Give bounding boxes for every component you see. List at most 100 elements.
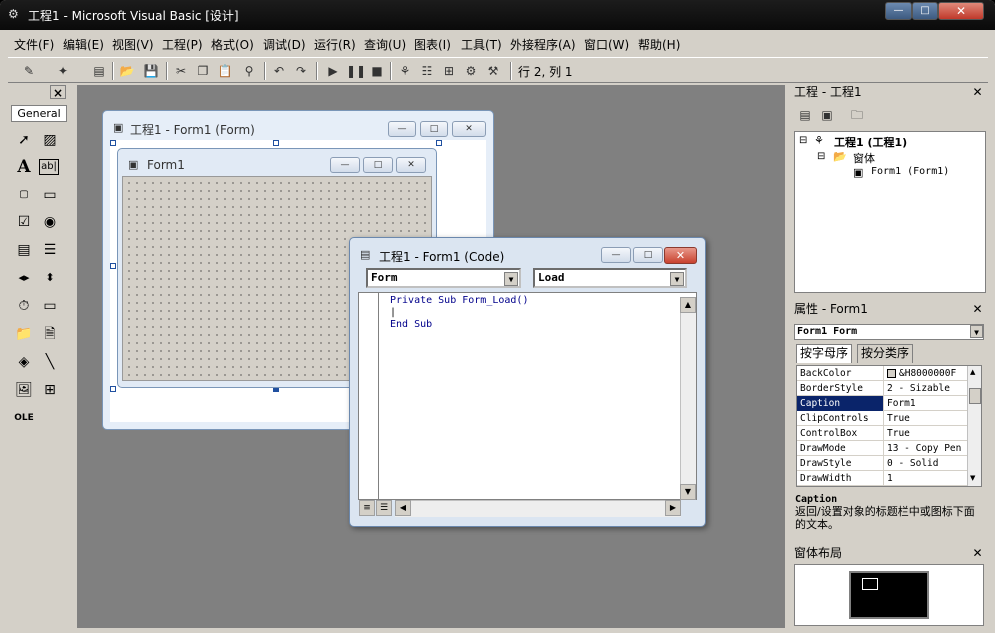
- dirlistbox-icon[interactable]: 📁: [13, 323, 35, 345]
- paste-icon[interactable]: 📋: [216, 62, 234, 80]
- menu-window[interactable]: 窗口(W): [584, 36, 629, 53]
- menu-help[interactable]: 帮助(H): [638, 36, 680, 53]
- ole-icon[interactable]: OLE: [13, 407, 35, 429]
- tree-collapse-icon[interactable]: ⊟: [799, 135, 807, 146]
- code-line[interactable]: End Sub: [390, 319, 432, 330]
- open-project-icon[interactable]: 📂: [118, 62, 136, 80]
- pointer-icon[interactable]: ➚: [13, 129, 35, 151]
- line-icon[interactable]: ╲: [39, 351, 61, 373]
- menu-addins[interactable]: 外接程序(A): [510, 36, 576, 53]
- properties-object-dropdown[interactable]: Form1 Form ▼: [794, 324, 984, 340]
- break-icon[interactable]: ❚❚: [346, 62, 366, 80]
- vscrollbar-icon[interactable]: ⬍: [39, 267, 61, 289]
- menu-query[interactable]: 查询(U): [364, 36, 406, 53]
- property-row[interactable]: ControlBox True: [797, 426, 967, 441]
- property-row[interactable]: BorderStyle 2 - Sizable: [797, 381, 967, 396]
- object-dropdown[interactable]: Form ▼: [366, 268, 521, 288]
- menu-run[interactable]: 运行(R): [314, 36, 356, 53]
- tab-alphabetic[interactable]: 按字母序: [796, 344, 853, 363]
- toolbox-general-tab[interactable]: General: [11, 105, 67, 122]
- property-row[interactable]: DrawMode 13 - Copy Pen: [797, 441, 967, 456]
- scroll-left-icon[interactable]: ◀: [395, 500, 411, 516]
- menu-debug[interactable]: 调试(D): [263, 36, 306, 53]
- menu-editor-icon[interactable]: ▤: [90, 62, 108, 80]
- drivelistbox-icon[interactable]: ▭: [39, 295, 61, 317]
- property-value[interactable]: Form1: [887, 396, 916, 411]
- image-icon[interactable]: 🖼: [13, 379, 35, 401]
- view-object-icon[interactable]: ▣: [818, 106, 836, 124]
- resize-handle[interactable]: [110, 140, 116, 146]
- property-row[interactable]: BackColor &H8000000F: [797, 366, 967, 381]
- form-designer-maximize-button[interactable]: □: [420, 121, 448, 137]
- picturebox-icon[interactable]: ▨: [39, 129, 61, 151]
- start-icon[interactable]: ▶: [324, 62, 342, 80]
- add-project-icon[interactable]: ✎: [20, 62, 38, 80]
- scroll-up-icon[interactable]: ▲: [680, 297, 696, 313]
- full-module-view-icon[interactable]: ☰: [376, 500, 392, 516]
- maximize-button[interactable]: □: [912, 2, 938, 20]
- scroll-right-icon[interactable]: ▶: [665, 500, 681, 516]
- view-code-icon[interactable]: ▤: [796, 106, 814, 124]
- scroll-thumb[interactable]: [969, 388, 981, 404]
- project-explorer-icon[interactable]: ⚘: [396, 62, 414, 80]
- tree-collapse-icon[interactable]: ⊟: [817, 151, 825, 162]
- chevron-down-icon[interactable]: ▼: [670, 272, 684, 286]
- menu-tools[interactable]: 工具(T): [461, 36, 502, 53]
- scroll-down-icon[interactable]: ▼: [680, 484, 696, 500]
- form-position-preview[interactable]: [862, 578, 878, 590]
- tree-form1-item[interactable]: Form1 (Form1): [871, 166, 949, 177]
- chevron-down-icon[interactable]: ▼: [970, 325, 983, 338]
- form-designer-minimize-button[interactable]: —: [388, 121, 416, 137]
- resize-handle[interactable]: [436, 140, 442, 146]
- tree-forms-folder[interactable]: 窗体: [853, 150, 875, 166]
- form1-close-button[interactable]: ✕: [396, 157, 426, 173]
- checkbox-icon[interactable]: ☑: [13, 211, 35, 233]
- add-form-icon[interactable]: ✦: [54, 62, 72, 80]
- minimize-button[interactable]: —: [885, 2, 912, 20]
- end-icon[interactable]: ■: [368, 62, 386, 80]
- textbox-icon[interactable]: ab|: [39, 159, 59, 175]
- code-line[interactable]: Private Sub Form_Load(): [390, 295, 528, 306]
- properties-window-icon[interactable]: ☷: [418, 62, 436, 80]
- code-maximize-button[interactable]: □: [633, 247, 663, 263]
- optionbutton-icon[interactable]: ◉: [39, 211, 61, 233]
- code-close-button[interactable]: ✕: [664, 247, 697, 264]
- scroll-up-icon[interactable]: ▲: [970, 368, 975, 376]
- form1-maximize-button[interactable]: □: [363, 157, 393, 173]
- toolbox-icon[interactable]: ⚒: [484, 62, 502, 80]
- save-project-icon[interactable]: 💾: [142, 62, 160, 80]
- vertical-scrollbar[interactable]: [680, 297, 696, 499]
- filelistbox-icon[interactable]: 🗎: [39, 323, 61, 345]
- form-designer-close-button[interactable]: ✕: [452, 121, 486, 137]
- frame-icon[interactable]: ▢: [13, 184, 35, 206]
- data-icon[interactable]: ⊞: [39, 379, 61, 401]
- resize-handle[interactable]: [273, 140, 279, 146]
- commandbutton-icon[interactable]: ▭: [39, 184, 61, 206]
- undo-icon[interactable]: ↶: [270, 62, 288, 80]
- toolbox-close-button[interactable]: ×: [50, 85, 66, 100]
- horizontal-scrollbar[interactable]: [395, 500, 681, 517]
- menu-format[interactable]: 格式(O): [211, 36, 254, 53]
- close-button[interactable]: ✕: [938, 2, 984, 20]
- combobox-icon[interactable]: ▤: [13, 239, 35, 261]
- code-minimize-button[interactable]: —: [601, 247, 631, 263]
- property-row-selected[interactable]: Caption Form1: [797, 396, 967, 411]
- copy-icon[interactable]: ❐: [194, 62, 212, 80]
- vb-app-icon[interactable]: ⚙: [8, 7, 22, 21]
- form-layout-close-icon[interactable]: ✕: [970, 546, 985, 561]
- timer-icon[interactable]: ⏱: [13, 295, 35, 317]
- tab-categorized[interactable]: 按分类序: [857, 344, 914, 363]
- object-browser-icon[interactable]: ⚙: [462, 62, 480, 80]
- resize-handle[interactable]: [110, 386, 116, 392]
- chevron-down-icon[interactable]: ▼: [504, 272, 518, 286]
- shape-icon[interactable]: ◈: [13, 351, 35, 373]
- project-close-icon[interactable]: ✕: [970, 85, 985, 100]
- form1-minimize-button[interactable]: —: [330, 157, 360, 173]
- redo-icon[interactable]: ↷: [292, 62, 310, 80]
- procedure-dropdown[interactable]: Load ▼: [533, 268, 687, 288]
- label-icon[interactable]: A: [13, 156, 35, 178]
- menu-view[interactable]: 视图(V): [112, 36, 154, 53]
- property-row[interactable]: DrawWidth 1: [797, 471, 967, 486]
- toggle-folders-icon[interactable]: 🗀: [848, 106, 866, 124]
- property-row[interactable]: DrawStyle 0 - Solid: [797, 456, 967, 471]
